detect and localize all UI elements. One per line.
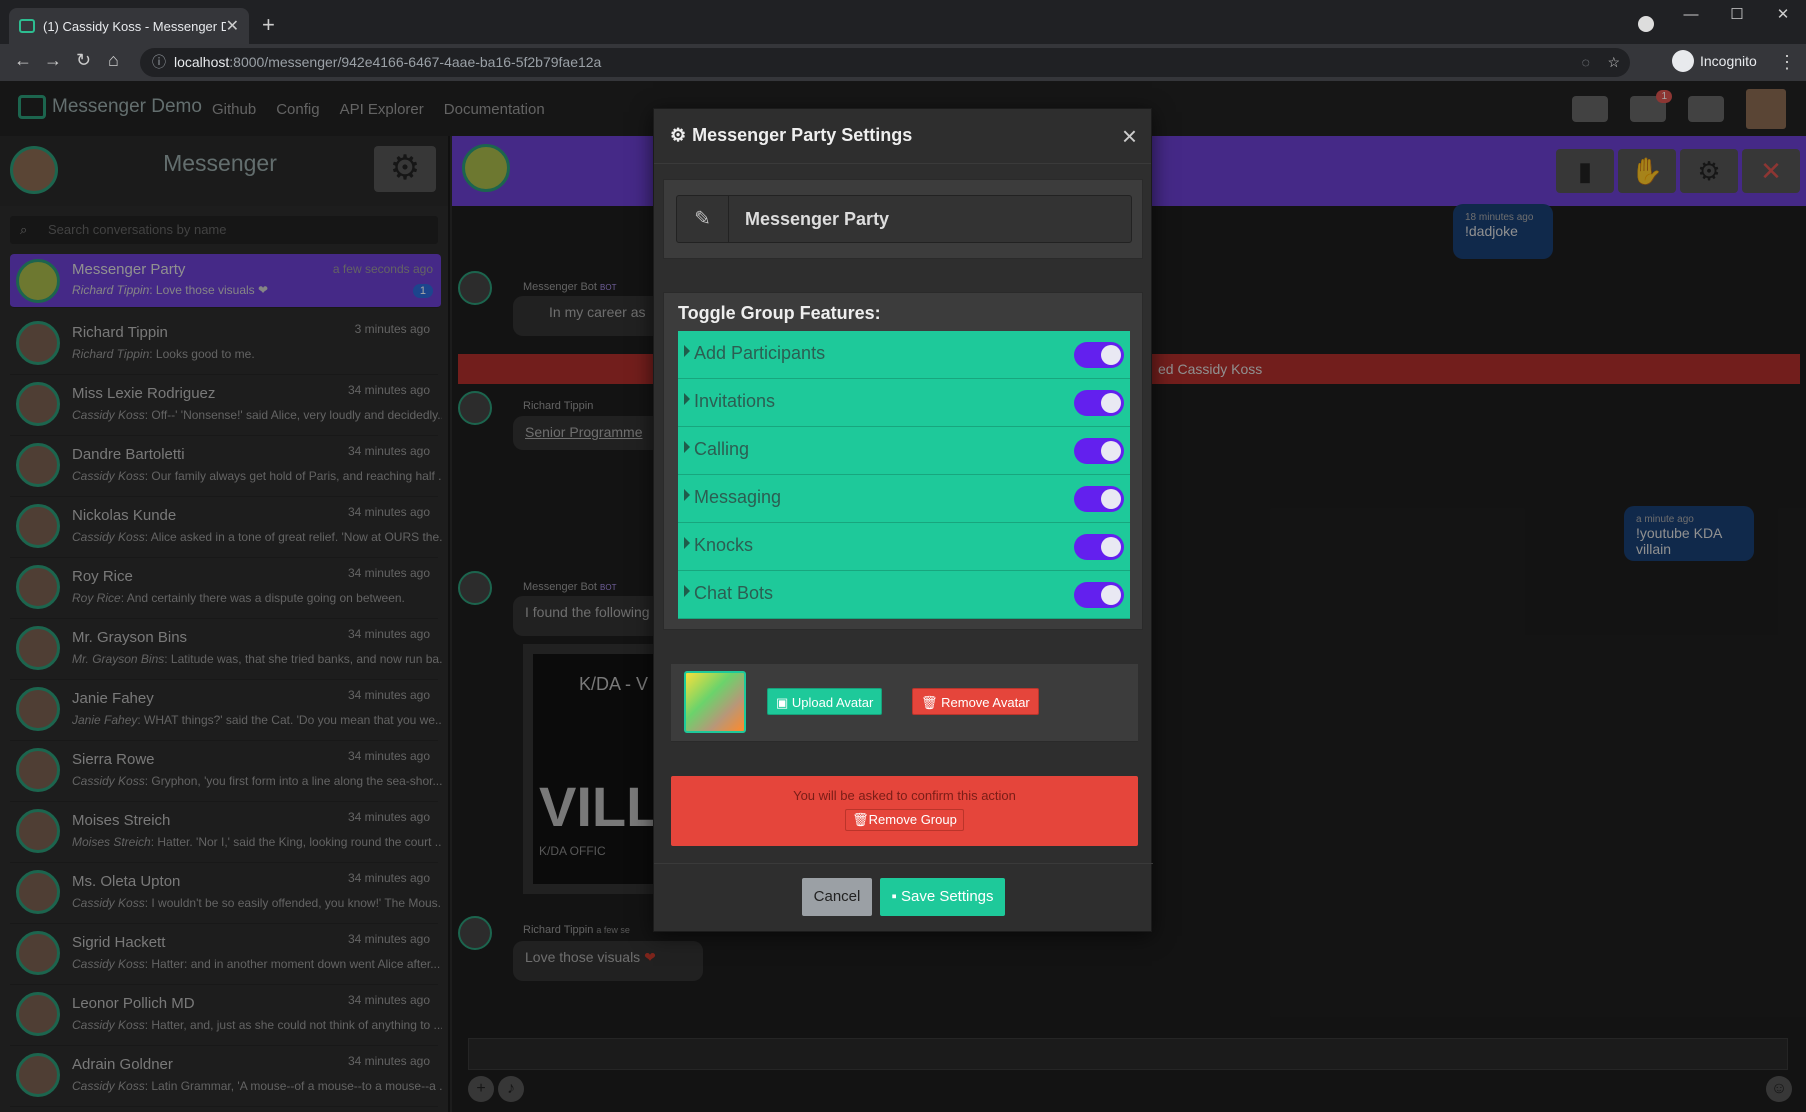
incognito-indicator[interactable]: Incognito [1672,50,1757,72]
toggle-knob [1101,585,1121,605]
maximize-button[interactable]: ☐ [1714,0,1760,32]
remove-avatar-button[interactable]: 🗑 Remove Avatar [912,688,1039,715]
feature-label: Messaging [694,487,782,507]
feature-label: Chat Bots [694,583,774,603]
close-window-button[interactable]: ✕ [1760,0,1806,32]
expand-caret-icon[interactable] [684,441,690,453]
feature-row[interactable]: Calling [678,427,1130,475]
gear-icon: ⚙ [670,125,687,145]
bookmark-star-icon[interactable]: ☆ [1607,48,1620,77]
home-icon[interactable]: ⌂ [108,50,119,71]
group-name-input[interactable]: ✎ Messenger Party [676,195,1132,243]
modal-title: ⚙ Messenger Party Settings [670,125,913,145]
feature-row[interactable]: Messaging [678,475,1130,523]
back-arrow-icon[interactable]: ← [14,50,32,71]
toggle-knob [1101,345,1121,365]
tab-close-icon[interactable]: ✕ [226,16,239,36]
feature-toggle[interactable] [1074,342,1124,368]
feature-row[interactable]: Knocks [678,523,1130,571]
browser-tabbar: (1) Cassidy Koss - Messenger De ✕ + — ☐ … [0,0,1806,44]
site-info-icon[interactable]: ⓘ [152,48,166,77]
feature-label: Invitations [694,391,776,411]
edit-icon: ✎ [677,196,729,242]
url-host: localhost [174,54,230,70]
tab-search-icon[interactable] [1638,16,1654,32]
modal-footer: Cancel ▪ Save Settings [654,863,1153,933]
feature-label: Knocks [694,535,754,555]
new-tab-button[interactable]: + [262,12,275,38]
incognito-label: Incognito [1700,53,1757,69]
feature-toggle[interactable] [1074,486,1124,512]
feature-label: Add Participants [694,343,826,363]
toggle-knob [1101,441,1121,461]
reload-icon[interactable]: ↻ [76,50,91,71]
browser-menu-icon[interactable]: ⋮ [1778,52,1796,73]
features-section: Toggle Group Features: Add Participants I… [663,292,1143,630]
browser-tab[interactable]: (1) Cassidy Koss - Messenger De ✕ [9,8,249,44]
toggle-knob [1101,393,1121,413]
address-bar[interactable]: ⓘ localhost:8000/messenger/942e4166-6467… [140,48,1630,77]
expand-caret-icon[interactable] [684,585,690,597]
feature-list: Add Participants Invitations Calling Messag… [678,331,1130,619]
group-name-section: ✎ Messenger Party [663,179,1143,259]
save-settings-button[interactable]: ▪ Save Settings [880,878,1005,916]
expand-caret-icon[interactable] [684,393,690,405]
tab-title: (1) Cassidy Koss - Messenger De [43,18,226,34]
feature-toggle[interactable] [1074,438,1124,464]
minimize-button[interactable]: — [1668,0,1714,32]
modal-header: ⚙ Messenger Party Settings × [654,109,1151,164]
settings-modal: ⚙ Messenger Party Settings × ✎ Messenger… [653,108,1153,933]
eye-off-icon[interactable]: ◌ [1582,48,1590,77]
feature-toggle[interactable] [1074,534,1124,560]
url-path: :8000/messenger/942e4166-6467-4aae-ba16-… [229,54,602,70]
expand-caret-icon[interactable] [684,489,690,501]
remove-group-button[interactable]: 🗑Remove Group [845,809,964,831]
window-controls: — ☐ ✕ [1668,0,1806,32]
feature-row[interactable]: Invitations [678,379,1130,427]
expand-caret-icon[interactable] [684,345,690,357]
forward-arrow-icon[interactable]: → [44,50,62,71]
expand-caret-icon[interactable] [684,537,690,549]
features-title: Toggle Group Features: [678,303,881,323]
modal-close-button[interactable]: × [1122,121,1137,152]
group-name-value: Messenger Party [745,209,890,229]
incognito-icon [1672,50,1694,72]
group-avatar-image [684,671,746,733]
browser-toolbar: ← → ↻ ⌂ ⓘ localhost:8000/messenger/942e4… [0,44,1806,81]
feature-toggle[interactable] [1074,390,1124,416]
confirm-note: You will be asked to confirm this action [793,788,1016,803]
toggle-knob [1101,489,1121,509]
messenger-favicon-icon [19,19,35,33]
feature-label: Calling [694,439,750,459]
upload-avatar-button[interactable]: ▣ Upload Avatar [767,688,883,715]
danger-zone: You will be asked to confirm this action… [671,776,1138,846]
cancel-button[interactable]: Cancel [802,878,872,916]
feature-row[interactable]: Add Participants [678,331,1130,379]
feature-toggle[interactable] [1074,582,1124,608]
avatar-section: ▣ Upload Avatar 🗑 Remove Avatar [671,664,1138,742]
toggle-knob [1101,537,1121,557]
feature-row[interactable]: Chat Bots [678,571,1130,619]
